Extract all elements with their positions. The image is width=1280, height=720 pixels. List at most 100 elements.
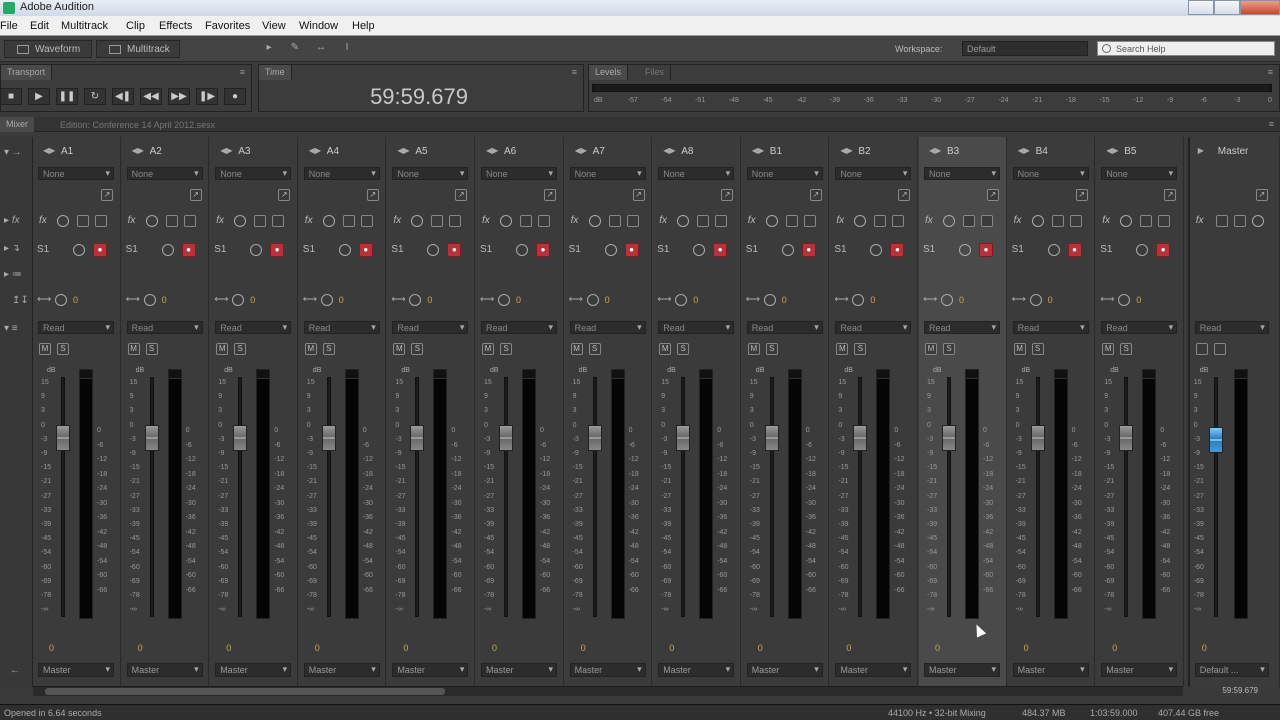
expand-effects-icon[interactable]: ▸ fx xyxy=(4,215,20,226)
solo-button[interactable]: S xyxy=(943,343,955,355)
fx-preset-icon[interactable] xyxy=(785,215,798,227)
solo-button[interactable]: S xyxy=(1031,343,1044,355)
send-power-icon[interactable] xyxy=(338,244,351,256)
volume-fader-handle[interactable] xyxy=(233,425,248,451)
automation-mode-select[interactable]: Read xyxy=(835,321,912,334)
menu-file[interactable]: File xyxy=(0,20,18,32)
send-record-button[interactable]: ● xyxy=(536,243,550,257)
fx-preset-icon[interactable] xyxy=(342,215,355,227)
output-select[interactable]: Master xyxy=(215,663,292,677)
fx-rack-icon[interactable] xyxy=(95,215,107,227)
fx-icon[interactable]: fx xyxy=(39,215,47,226)
automation-mode-select[interactable]: Read xyxy=(1012,321,1089,334)
mute-button[interactable]: M xyxy=(216,343,229,355)
fx-rack-icon[interactable] xyxy=(981,215,993,227)
automation-mode-select[interactable]: Read xyxy=(392,321,469,334)
fx-rack-icon[interactable] xyxy=(626,215,639,227)
master-expand-icon[interactable]: ▶ xyxy=(1198,146,1204,155)
fx-power-icon[interactable] xyxy=(677,215,690,227)
output-select[interactable]: Master xyxy=(746,663,823,677)
fx-preset-icon[interactable] xyxy=(1051,215,1064,227)
send-record-button[interactable]: ● xyxy=(93,243,107,257)
send-record-button[interactable]: ● xyxy=(1156,243,1171,257)
solo-button[interactable]: S xyxy=(765,343,778,355)
solo-button[interactable]: S xyxy=(677,343,690,355)
automation-mode-select[interactable]: Read xyxy=(746,321,823,334)
volume-fader-handle[interactable] xyxy=(676,425,691,451)
mute-button[interactable]: M xyxy=(570,343,583,355)
fx-icon[interactable]: fx xyxy=(1196,215,1204,226)
pan-knob[interactable] xyxy=(55,294,67,306)
fx-icon[interactable]: fx xyxy=(393,215,401,226)
pan-knob[interactable] xyxy=(320,294,333,306)
fx-preset-icon[interactable] xyxy=(963,215,975,227)
volume-fader-track[interactable] xyxy=(592,377,597,617)
fx-rack-icon[interactable] xyxy=(538,215,550,227)
input-settings-icon[interactable]: ↗ xyxy=(544,189,556,201)
mute-button[interactable]: M xyxy=(836,343,849,355)
automation-write-icon[interactable] xyxy=(1213,343,1226,355)
automation-mode-select[interactable]: Read xyxy=(38,321,114,334)
fx-power-icon[interactable] xyxy=(943,215,955,227)
solo-button[interactable]: S xyxy=(234,343,247,355)
fx-icon[interactable]: fx xyxy=(836,215,844,226)
volume-fader-handle[interactable] xyxy=(853,425,868,451)
fx-rack-icon[interactable] xyxy=(360,215,373,227)
fx-power-icon[interactable] xyxy=(234,215,247,227)
fx-power-icon[interactable] xyxy=(854,215,867,227)
fx-power-icon[interactable] xyxy=(588,215,601,227)
volume-fader-track[interactable] xyxy=(769,377,774,617)
fx-preset-icon[interactable] xyxy=(608,215,621,227)
send-power-icon[interactable] xyxy=(161,244,174,256)
input-settings-icon[interactable]: ↗ xyxy=(987,189,999,201)
workspace-select[interactable]: Default xyxy=(962,41,1088,56)
fx-rack-icon[interactable] xyxy=(715,215,728,227)
input-select[interactable]: None xyxy=(924,167,1000,180)
mute-button[interactable]: M xyxy=(393,343,406,355)
automation-mode-select[interactable]: Read xyxy=(481,321,557,334)
expand-automation-icon[interactable]: ▾ ≡ xyxy=(4,323,18,334)
volume-fader-track[interactable] xyxy=(1213,377,1218,617)
fx-rack-icon[interactable] xyxy=(1233,215,1246,227)
volume-fader-track[interactable] xyxy=(504,377,508,617)
output-select[interactable]: Master xyxy=(126,663,203,677)
output-select[interactable]: Master xyxy=(924,663,1000,677)
pan-knob[interactable] xyxy=(498,294,510,306)
fx-icon[interactable]: fx xyxy=(925,215,933,226)
loop-button[interactable]: ↻ xyxy=(84,88,106,105)
solo-button[interactable]: S xyxy=(322,343,335,355)
solo-button[interactable]: S xyxy=(588,343,601,355)
transport-tab[interactable]: Transport xyxy=(1,65,53,80)
menu-window[interactable]: Window xyxy=(299,20,338,32)
send-record-button[interactable]: ● xyxy=(801,243,816,257)
go-to-start-button[interactable]: ◀❚ xyxy=(112,88,134,105)
input-settings-icon[interactable]: ↗ xyxy=(809,189,822,201)
send-record-button[interactable]: ● xyxy=(181,243,196,257)
record-button[interactable]: ● xyxy=(224,88,246,105)
volume-fader-track[interactable] xyxy=(947,377,951,617)
mute-button[interactable]: M xyxy=(304,343,317,355)
fast-forward-button[interactable]: ▶▶ xyxy=(168,88,190,105)
solo-button[interactable]: S xyxy=(500,343,512,355)
volume-fader-handle[interactable] xyxy=(1208,427,1223,453)
send-record-button[interactable]: ● xyxy=(979,243,993,257)
volume-fader-handle[interactable] xyxy=(499,425,513,451)
close-button[interactable] xyxy=(1240,0,1280,15)
fx-icon[interactable]: fx xyxy=(128,215,136,226)
pan-knob[interactable] xyxy=(763,294,776,306)
input-select[interactable]: None xyxy=(746,167,823,180)
time-selection-tool-icon[interactable]: I xyxy=(340,42,354,54)
files-tab[interactable]: Files xyxy=(639,65,672,80)
fx-icon[interactable]: fx xyxy=(1014,215,1022,226)
output-select[interactable]: Master xyxy=(658,663,735,677)
fx-preset-icon[interactable] xyxy=(697,215,710,227)
send-record-button[interactable]: ● xyxy=(447,243,462,257)
pan-knob[interactable] xyxy=(143,294,156,306)
output-select[interactable]: Master xyxy=(569,663,646,677)
send-power-icon[interactable] xyxy=(870,244,883,256)
send-power-icon[interactable] xyxy=(959,244,971,256)
volume-fader-track[interactable] xyxy=(858,377,863,617)
output-select[interactable]: Master xyxy=(1101,663,1178,677)
input-select[interactable]: None xyxy=(1101,167,1178,180)
pan-knob[interactable] xyxy=(586,294,599,306)
